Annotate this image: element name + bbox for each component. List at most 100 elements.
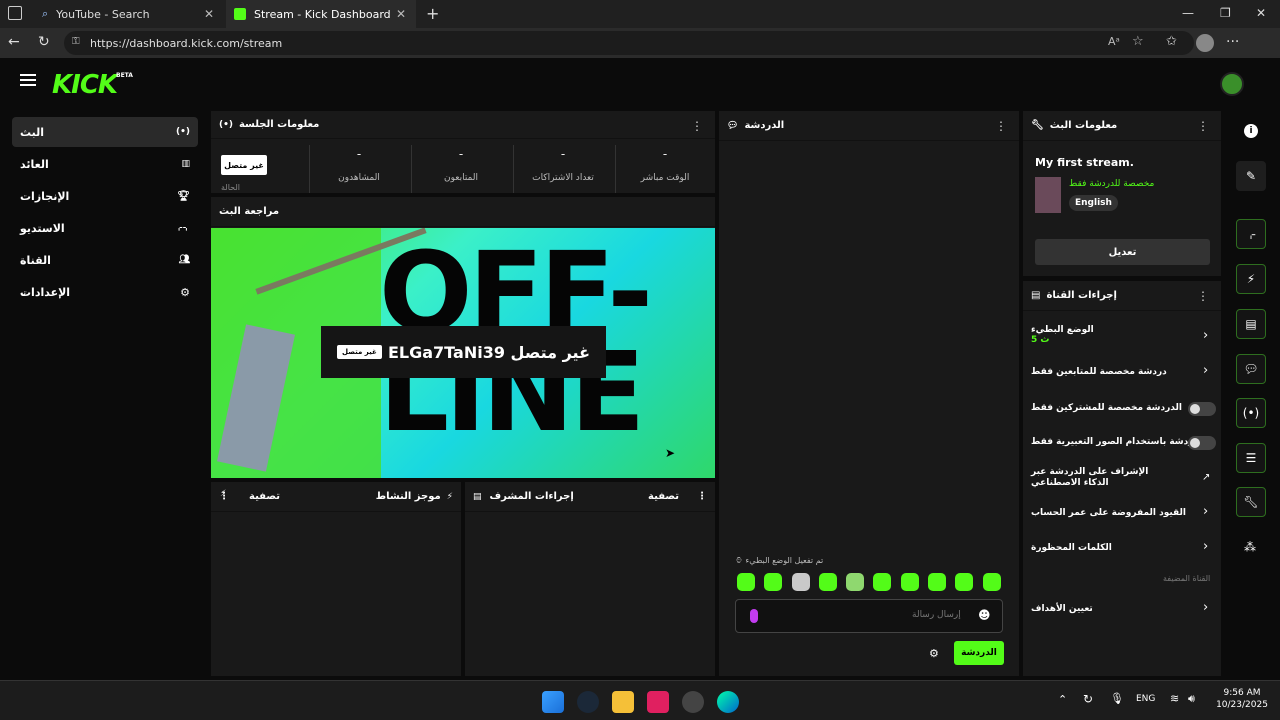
info-icon[interactable]: i: [1244, 124, 1258, 138]
sidebar-item-settings[interactable]: الإعدادات ⚙: [12, 277, 198, 307]
sidebar-item-achievements[interactable]: الإنجازات 🏆︎: [12, 181, 198, 211]
wrench-icon[interactable]: 🔧︎: [1236, 487, 1266, 517]
kebab-menu-icon[interactable]: ⋮: [1197, 289, 1209, 303]
url-input[interactable]: ⚿ https://dashboard.kick.com/stream Aᵃ ☆: [64, 31, 1194, 55]
copilot-icon[interactable]: [1254, 34, 1272, 52]
chat-panel: 💬︎ الدردشة ⋮ تم تفعيل الوضع البطيء ⌚︎ إر…: [719, 111, 1019, 676]
tab-kick[interactable]: Stream - Kick Dashboard ✕: [226, 0, 416, 28]
chevron-right-icon[interactable]: ›: [1203, 600, 1208, 615]
emote-icon[interactable]: [983, 573, 1001, 591]
status-badge: غير متصل: [221, 155, 267, 175]
chat-input[interactable]: إرسال رسالة ☻: [735, 599, 1003, 633]
chevron-right-icon[interactable]: ›: [1203, 504, 1208, 519]
wifi-icon[interactable]: ≋: [1170, 692, 1179, 705]
back-icon[interactable]: ←: [8, 34, 20, 50]
favorite-star-icon[interactable]: ☆: [1132, 34, 1144, 49]
document-icon[interactable]: ▤: [1236, 309, 1266, 339]
subs-only-toggle[interactable]: [1188, 402, 1216, 416]
favorites-icon[interactable]: ✩: [1166, 34, 1177, 49]
edit-pencil-icon[interactable]: ✎: [1236, 161, 1266, 191]
lightning-icon[interactable]: ⚡︎: [1236, 264, 1266, 294]
tray-chevron-icon[interactable]: ⌃: [1058, 693, 1067, 706]
emote-icon[interactable]: [901, 573, 919, 591]
minimize-icon[interactable]: —: [1182, 6, 1194, 20]
category-thumbnail: [1035, 177, 1061, 213]
language-indicator[interactable]: ENG: [1136, 694, 1155, 704]
followers-only-row[interactable]: دردشة مخصصة للمتابعين فقط: [1031, 367, 1167, 377]
chevron-down-icon[interactable]: ⌄: [18, 221, 28, 235]
windows-start-icon[interactable]: [542, 691, 564, 713]
emote-icon[interactable]: [873, 573, 891, 591]
tab-youtube[interactable]: ⌕ YouTube - Search ✕: [34, 0, 224, 28]
read-aloud-icon[interactable]: Aᵃ: [1108, 35, 1120, 48]
app-icon[interactable]: [682, 691, 704, 713]
microphone-icon[interactable]: 🎙︎: [1110, 692, 1124, 705]
tiktok-icon[interactable]: [647, 691, 669, 713]
close-tab-icon[interactable]: ✕: [396, 7, 406, 21]
send-chat-button[interactable]: الدردشة: [954, 641, 1004, 665]
goals-row[interactable]: تعيين الأهداف: [1031, 604, 1093, 614]
emote-icon[interactable]: [792, 573, 810, 591]
sidebar-item-revenue[interactable]: العائد ▥: [12, 149, 198, 179]
emote-icon[interactable]: [955, 573, 973, 591]
sidebar-item-channel[interactable]: القناة 👥︎: [12, 245, 198, 275]
tab-actions-icon[interactable]: [8, 6, 22, 20]
account-age-row[interactable]: القيود المفروضة على عمر الحساب: [1031, 508, 1186, 518]
kick-logo[interactable]: KICK BETA: [52, 70, 133, 100]
emote-icon[interactable]: [928, 573, 946, 591]
profile-avatar[interactable]: [1196, 34, 1214, 52]
sidebar-item-stream[interactable]: البث (•): [12, 117, 198, 147]
chevron-right-icon[interactable]: ›: [1203, 539, 1208, 554]
slow-mode-value: 5 ث: [1031, 335, 1050, 345]
category-link[interactable]: مخصصة للدردشة فقط: [1069, 179, 1154, 189]
close-tab-icon[interactable]: ✕: [204, 7, 214, 21]
list-icon: ▤: [1031, 290, 1041, 301]
kebab-menu-icon[interactable]: ⋮: [697, 491, 707, 502]
volume-icon[interactable]: 🔊︎: [1188, 692, 1195, 706]
kick-header: KICK BETA: [0, 58, 1280, 108]
panel-title: معلومات البث: [1049, 120, 1118, 131]
edge-icon[interactable]: [717, 691, 739, 713]
chat-settings-icon[interactable]: ⚙: [929, 647, 939, 660]
slow-mode-row[interactable]: الوضع البطيء 5 ث: [1031, 325, 1191, 345]
emote-icon[interactable]: [846, 573, 864, 591]
hamburger-menu-icon[interactable]: [20, 74, 36, 86]
broadcast-icon[interactable]: (•): [1236, 398, 1266, 428]
emote-icon[interactable]: [764, 573, 782, 591]
microphone-icon[interactable]: [750, 609, 758, 623]
sidebar-item-studio[interactable]: الاستديو ⌌⌍: [12, 213, 198, 243]
edit-button[interactable]: تعديل: [1035, 239, 1210, 265]
filter-button[interactable]: تصفية: [648, 491, 679, 502]
list-icon[interactable]: ☰: [1236, 443, 1266, 473]
steam-icon[interactable]: [577, 691, 599, 713]
chevron-right-icon[interactable]: ›: [1203, 328, 1208, 343]
ai-moderation-row[interactable]: الإشراف على الدردشة عبر الذكاء الاصطناعي: [1031, 467, 1171, 489]
banned-words-row[interactable]: الكلمات المحظورة: [1031, 543, 1112, 553]
kebab-menu-icon[interactable]: ⋮: [1197, 119, 1209, 133]
chevron-right-icon[interactable]: ›: [1203, 363, 1208, 378]
chevron-down-icon[interactable]: ⌄: [18, 285, 28, 299]
clock[interactable]: 9:56 AM 10/23/2025: [1214, 687, 1270, 711]
filter-button[interactable]: تصفية: [229, 491, 376, 502]
site-info-icon[interactable]: ⚿: [72, 36, 80, 47]
emote-icon[interactable]: [819, 573, 837, 591]
emoji-icon[interactable]: ☻: [978, 608, 991, 622]
emote-icon[interactable]: [737, 573, 755, 591]
chat-bubble-icon[interactable]: 💬︎: [1236, 354, 1266, 384]
widgets-icon[interactable]: ⁂: [1244, 540, 1256, 554]
maximize-icon[interactable]: ❐: [1220, 6, 1231, 20]
emotes-only-toggle[interactable]: [1188, 436, 1216, 450]
sync-icon[interactable]: ↻: [1083, 692, 1093, 706]
user-avatar[interactable]: [1220, 72, 1244, 96]
external-link-icon[interactable]: ↗: [1202, 472, 1210, 483]
kebab-menu-icon[interactable]: ⋮: [691, 119, 703, 133]
chevron-down-icon[interactable]: ⌄: [18, 253, 28, 267]
studio-icon[interactable]: ⌌: [1236, 219, 1266, 249]
kebab-menu-icon[interactable]: ⋮: [995, 119, 1007, 133]
new-tab-icon[interactable]: +: [426, 4, 439, 23]
more-icon[interactable]: ···: [1226, 34, 1239, 50]
close-window-icon[interactable]: ✕: [1256, 6, 1266, 20]
revenue-icon: ▥: [181, 159, 190, 169]
refresh-icon[interactable]: ↻: [38, 34, 50, 50]
file-explorer-icon[interactable]: [612, 691, 634, 713]
